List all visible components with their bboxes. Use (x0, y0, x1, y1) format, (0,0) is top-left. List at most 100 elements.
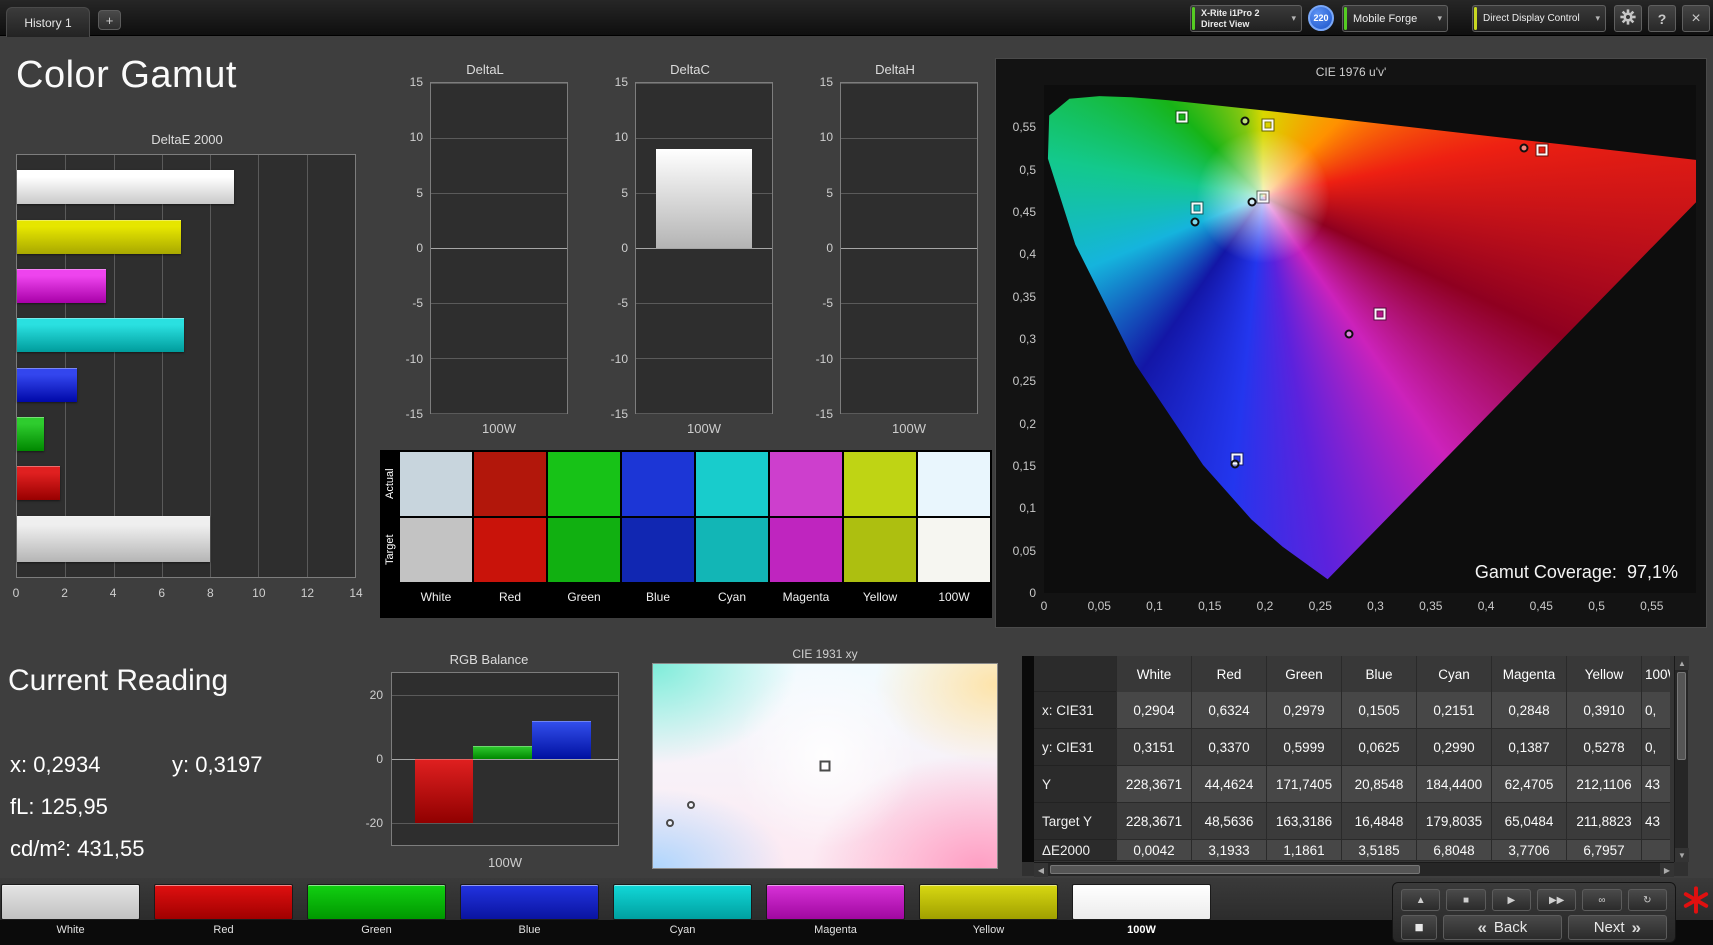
table-row[interactable]: x: CIE31 0,2904 0,6324 0,2979 0,1505 0,2151 0,… (1034, 692, 1674, 729)
stop-button[interactable]: ■ (1446, 889, 1486, 911)
table-cell: 211,8823 (1566, 803, 1641, 840)
swatch-column-cyan: Cyan (696, 452, 768, 616)
pattern-button-green[interactable]: Green (307, 884, 446, 936)
mini-gridline (636, 83, 772, 84)
add-tab-button[interactable]: + (98, 10, 121, 30)
pattern-button-white[interactable]: White (1, 884, 140, 936)
mini-gridline (841, 138, 977, 139)
mini-tick-label: 5 (826, 185, 833, 200)
table-cell: 228,3671 (1116, 803, 1191, 840)
cie-measured-marker-magenta (1344, 329, 1354, 339)
meter-dropdown[interactable]: X-Rite i1Pro 2 Direct View ▾ (1190, 5, 1302, 32)
cie-x-tick-label: 0,55 (1640, 599, 1664, 613)
tab-history-1[interactable]: History 1 (6, 7, 90, 37)
mini-tick-label: 10 (614, 130, 628, 145)
cie-x-tick-label: 0,4 (1477, 599, 1495, 613)
table-row[interactable]: Target Y 228,3671 48,5636 163,3186 16,4848 17… (1034, 803, 1674, 840)
table-cell: 0,3910 (1566, 692, 1641, 729)
mini-gridline (431, 83, 567, 84)
pattern-button-cyan[interactable]: Cyan (613, 884, 752, 936)
horizontal-scroll-thumb[interactable] (1050, 865, 1420, 874)
deltae-bar-green (17, 416, 44, 451)
mini-plot (635, 82, 773, 414)
pattern-label: Blue (518, 924, 541, 936)
scroll-right-arrow[interactable]: ▶ (1660, 863, 1674, 877)
back-button[interactable]: « Back (1443, 915, 1562, 940)
table-cell: 3,7706 (1491, 840, 1566, 861)
swatch-actual (696, 452, 768, 516)
close-button[interactable]: × (1682, 5, 1710, 32)
pattern-count-badge[interactable]: 220 (1308, 5, 1334, 31)
table-row-label: x: CIE31 (1034, 692, 1116, 729)
rgb-bar-green (473, 746, 533, 759)
swatch-label: 100W (938, 590, 970, 604)
vertical-scroll-thumb[interactable] (1677, 672, 1686, 760)
next-button[interactable]: Next » (1567, 915, 1667, 940)
table-row-label: y: CIE31 (1034, 729, 1116, 766)
mini-tick-label: -5 (822, 296, 833, 311)
workflow-dropdown[interactable]: Mobile Forge ▾ (1342, 5, 1448, 32)
rgb-tick-label: 0 (376, 752, 383, 766)
table-vertical-scrollbar[interactable]: ▲ ▼ (1674, 656, 1689, 862)
mini-tick-label: 0 (621, 241, 628, 255)
deltae-bar-red (17, 466, 61, 501)
help-button[interactable]: ? (1648, 5, 1676, 32)
pattern-button-red[interactable]: Red (154, 884, 293, 936)
pattern-button-100w[interactable]: 100W (1072, 884, 1211, 936)
scroll-left-arrow[interactable]: ◀ (1034, 863, 1048, 877)
table-row[interactable]: y: CIE31 0,3151 0,3370 0,5999 0,0625 0,2990 0,… (1034, 729, 1674, 766)
pattern-button-magenta[interactable]: Magenta (766, 884, 905, 936)
pattern-swatch (154, 884, 293, 920)
table-horizontal-scrollbar[interactable]: ◀ ▶ (1034, 862, 1674, 877)
pattern-button-yellow[interactable]: Yellow (919, 884, 1058, 936)
stop-button[interactable]: ■ (1401, 915, 1437, 940)
pattern-label: Yellow (972, 924, 1005, 936)
pattern-source-dropdown[interactable]: Direct Display Control ▾ (1472, 5, 1606, 32)
swatch-label: Red (498, 590, 521, 604)
eject-button[interactable]: ▲ (1401, 889, 1441, 911)
scroll-up-arrow[interactable]: ▲ (1675, 656, 1689, 670)
mini-bar (656, 149, 752, 248)
cie31-box (652, 663, 998, 869)
table-header-100w: 100W (1641, 656, 1670, 692)
deltae-bar-magenta (17, 268, 107, 303)
swatch-target (696, 518, 768, 582)
swatch-column-magenta: Magenta (770, 452, 842, 616)
play-button[interactable]: ▶ (1491, 889, 1531, 911)
refresh-button[interactable]: ↻ (1627, 889, 1667, 911)
x-category-label: 100W (482, 421, 516, 436)
scroll-down-arrow[interactable]: ▼ (1675, 848, 1689, 862)
x-category-label: 100W (687, 421, 721, 436)
transport-panel: ▲ ■ ▶ ▶▶ ∞ ↻ ■ « Back Next » (1392, 882, 1676, 943)
pattern-label: White (56, 924, 85, 936)
deltae-tick-label: 12 (300, 586, 315, 600)
chart-title: DeltaH (875, 62, 915, 77)
settings-button[interactable] (1614, 5, 1642, 32)
table-cell: 0,5278 (1566, 729, 1641, 766)
mini-tick-label: -15 (610, 407, 628, 421)
pattern-button-blue[interactable]: Blue (460, 884, 599, 936)
mini-tick-label: -10 (815, 351, 833, 366)
deltae-xaxis: 0 2 4 6 8 10 12 14 (13, 586, 363, 602)
mini-tick-label: 15 (409, 75, 423, 89)
transport-nav-row: ■ « Back Next » (1401, 915, 1667, 940)
cie-y-tick-label: 0,1 (1019, 501, 1036, 516)
deltae-tick-label: 4 (109, 586, 117, 600)
swatch-column-white: White (400, 452, 472, 616)
swatch-label: Blue (645, 590, 671, 604)
loop-button[interactable]: ∞ (1582, 889, 1622, 911)
cie-measured-marker-cyan (1190, 217, 1200, 227)
rgb-gridline (392, 695, 618, 697)
rgb-yaxis: 20 0 -20 (355, 672, 387, 846)
pattern-label: Green (361, 924, 392, 936)
table-cell: 171,7405 (1266, 766, 1341, 803)
row-label-target: Target (384, 534, 396, 566)
table-row[interactable]: Y 228,3671 44,4624 171,7405 20,8548 184,4400 6… (1034, 766, 1674, 803)
mini-gridline (431, 303, 567, 304)
mini-gridline (841, 303, 977, 304)
skip-button[interactable]: ▶▶ (1536, 889, 1577, 911)
back-label: Back (1493, 919, 1528, 936)
table-row[interactable]: ΔE2000 0,0042 3,1933 1,1861 3,5185 6,8048 3,77… (1034, 840, 1674, 861)
deltae-row-100w (17, 515, 355, 562)
mini-tick-label: -10 (405, 351, 423, 366)
